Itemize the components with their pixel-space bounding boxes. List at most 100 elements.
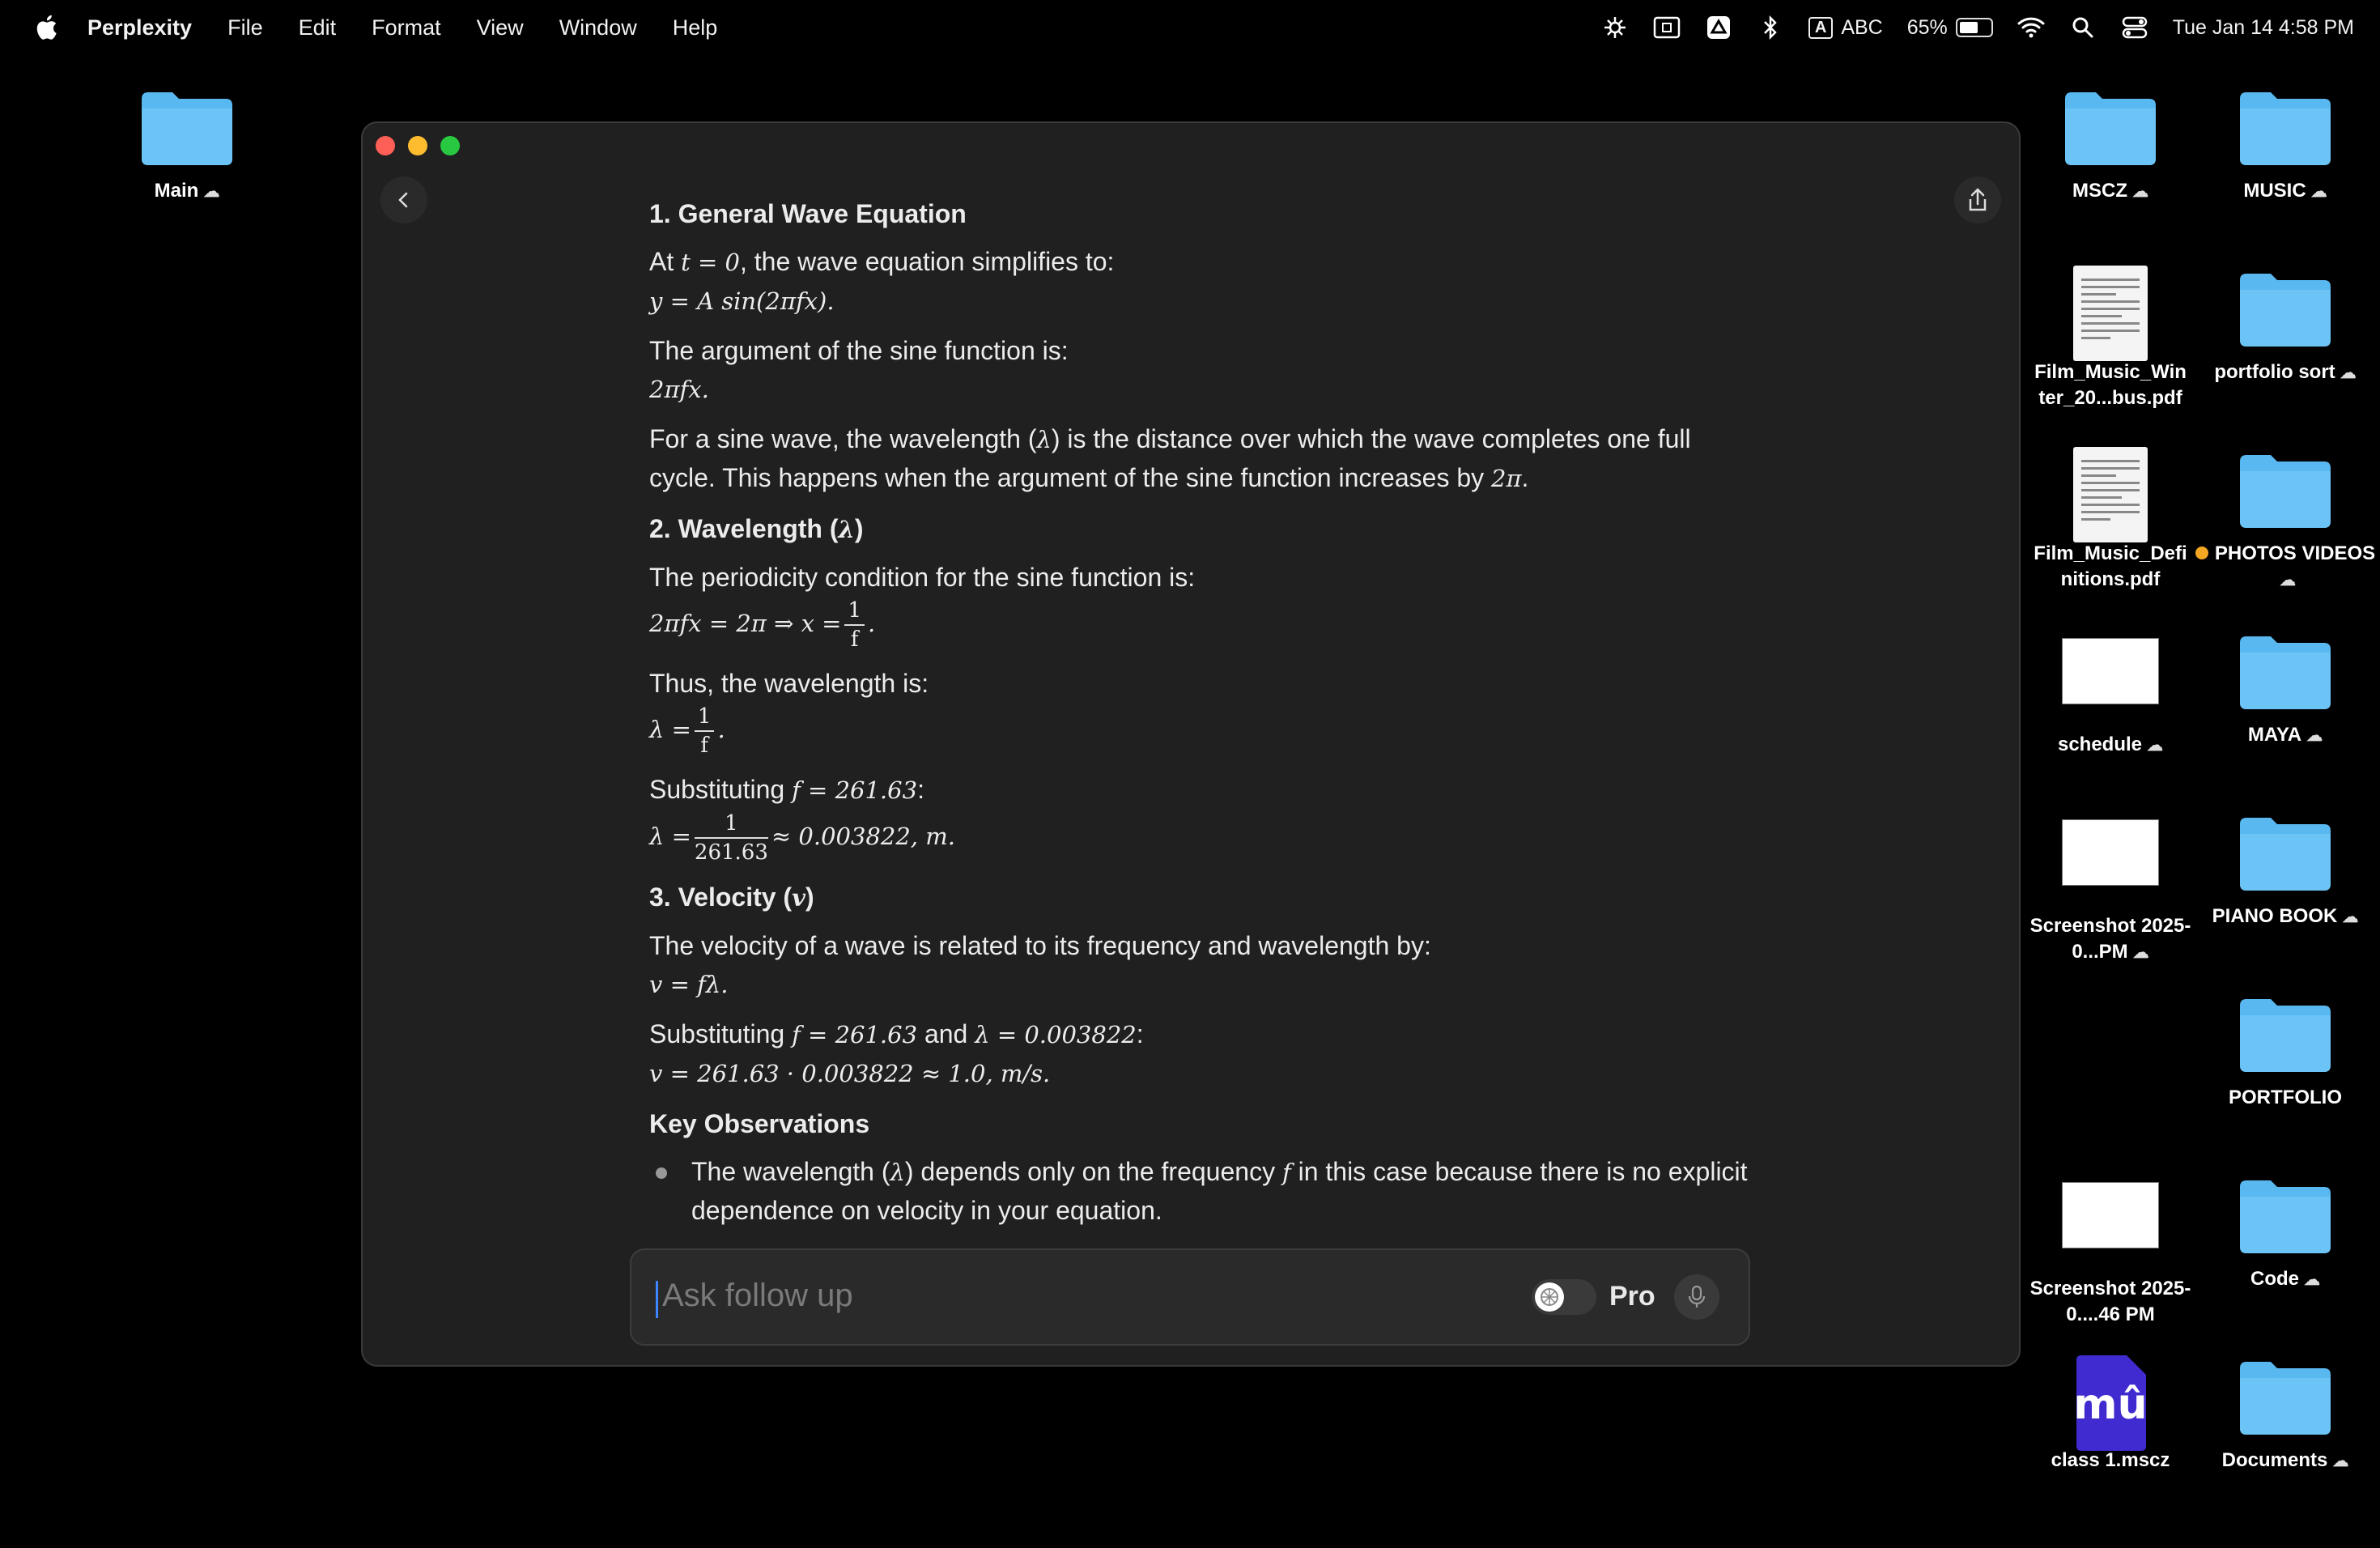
battery-percent: 65% <box>1906 15 1948 39</box>
image-thumbnail-icon <box>2062 638 2159 704</box>
share-icon <box>1969 188 1987 211</box>
image-thumbnail-icon <box>2062 1182 2159 1248</box>
pdf-thumbnail-icon <box>2073 447 2148 542</box>
menu-edit[interactable]: Edit <box>299 15 337 40</box>
section-heading: 1. General Wave Equation <box>649 199 967 228</box>
cloud-icon: ☁ <box>2132 944 2149 962</box>
desktop-icon-label: PHOTOS VIDEOS <box>2214 542 2376 564</box>
desktop-icon-label: class 1.mscz <box>2051 1449 2170 1471</box>
desktop-icon-label: Film_Music_Win ter_20...bus.pdf <box>2034 361 2187 409</box>
battery-status[interactable]: 65% <box>1907 16 1993 40</box>
desktop-icon[interactable]: portfolio sort ☁ <box>2192 266 2378 386</box>
drive-icon[interactable] <box>1705 14 1732 41</box>
desktop-icon[interactable]: PORTFOLIO <box>2192 991 2378 1111</box>
desktop-icon-label: Film_Music_Defi nitions.pdf <box>2034 542 2187 590</box>
menu-format[interactable]: Format <box>372 15 441 40</box>
desktop-icon[interactable]: schedule ☁ <box>2017 628 2204 759</box>
desktop-icon[interactable]: Code ☁ <box>2192 1172 2378 1293</box>
perplexity-window: 1. General Wave Equation At t = 0, the w… <box>361 121 2021 1367</box>
list-item: The wavelength (λ) depends only on the f… <box>649 1153 1750 1230</box>
desktop-icon[interactable]: PHOTOS VIDEOS ☁ <box>2192 447 2378 593</box>
wifi-icon[interactable] <box>2017 14 2045 41</box>
close-button[interactable] <box>376 136 395 155</box>
cloud-icon: ☁ <box>2342 908 2359 926</box>
ask-follow-up-bar: Ask follow up Pro <box>630 1248 1750 1346</box>
pdf-thumbnail-icon <box>2073 266 2148 361</box>
maximize-button[interactable] <box>440 136 460 155</box>
control-center-icon[interactable] <box>2121 14 2148 41</box>
desktop-icon[interactable]: Screenshot 2025-0....46 PM <box>2017 1172 2204 1328</box>
desktop-icon[interactable]: Film_Music_Win ter_20...bus.pdf <box>2017 266 2204 411</box>
equation: 2πfx. <box>649 376 709 403</box>
minimize-button[interactable] <box>408 136 427 155</box>
desktop-icon[interactable]: mû class 1.mscz <box>2017 1354 2204 1474</box>
back-button[interactable] <box>380 176 427 223</box>
microphone-button[interactable] <box>1674 1274 1719 1320</box>
equation: y = A sin(2πfx). <box>649 287 835 315</box>
text-caret <box>656 1281 658 1318</box>
desktop-icon[interactable]: Screenshot 2025-0...PM ☁ <box>2017 810 2204 966</box>
cloud-icon: ☁ <box>2332 1452 2349 1470</box>
answer-paragraph: At t = 0, the wave equation simplifies t… <box>649 247 1115 315</box>
desktop-icon-label: MSCZ <box>2072 180 2127 202</box>
folder-icon <box>2240 818 2331 891</box>
answer-paragraph: Substituting f = 261.63 and λ = 0.003822… <box>649 1019 1144 1087</box>
desktop-icon[interactable]: MUSIC ☁ <box>2192 84 2378 205</box>
answer-paragraph: The argument of the sine function is: 2πf… <box>649 336 1069 403</box>
ask-follow-up-input[interactable]: Ask follow up <box>662 1278 853 1314</box>
gear-flower-icon[interactable] <box>1601 14 1629 41</box>
search-icon[interactable] <box>2069 14 2097 41</box>
folder-icon <box>2240 92 2331 165</box>
desktop-icon-label: portfolio sort <box>2214 361 2335 383</box>
desktop-icon[interactable]: Documents ☁ <box>2192 1354 2378 1474</box>
app-menu[interactable]: Perplexity <box>87 15 192 40</box>
inline-math: t = 0 <box>681 249 740 276</box>
svg-text:mû: mû <box>2073 1380 2147 1429</box>
menu-help[interactable]: Help <box>673 15 718 40</box>
desktop-icon-label: MUSIC <box>2243 180 2306 202</box>
equation: λ = 1 261.63 ≈ 0.003822, m. <box>649 811 955 865</box>
clock[interactable]: Tue Jan 14 4:58 PM <box>2173 16 2354 40</box>
section-heading: Key Observations <box>649 1109 870 1138</box>
folder-icon <box>2240 999 2331 1072</box>
desktop-icon-label: Screenshot 2025-0...PM <box>2029 915 2191 963</box>
bluetooth-icon[interactable] <box>1757 14 1784 41</box>
battery-fill <box>1959 22 1978 33</box>
pro-toggle[interactable] <box>1532 1279 1596 1315</box>
cloud-icon: ☁ <box>2340 364 2357 382</box>
desktop-icon-label: schedule <box>2057 734 2143 755</box>
menu-view[interactable]: View <box>477 15 524 40</box>
input-source[interactable]: A ABC <box>1808 16 1883 40</box>
desktop-icon-label: Code <box>2250 1268 2299 1290</box>
battery-icon <box>1955 18 1993 37</box>
equation: 2πfx = 2π ⇒ x = 1 f. <box>649 598 876 652</box>
folder-icon <box>2240 1362 2331 1435</box>
section-heading: 3. Velocity (v) <box>649 882 814 912</box>
desktop-icon[interactable]: Film_Music_Defi nitions.pdf <box>2017 447 2204 593</box>
pro-label: Pro <box>1609 1281 1655 1312</box>
apple-icon[interactable] <box>32 13 58 42</box>
desktop-icon[interactable]: MAYA ☁ <box>2192 628 2378 749</box>
screen-capture-icon[interactable] <box>1653 14 1681 41</box>
menu-window[interactable]: Window <box>559 15 637 40</box>
answer-paragraph: The velocity of a wave is related to its… <box>649 931 1431 998</box>
answer-content: 1. General Wave Equation At t = 0, the w… <box>649 194 1750 1230</box>
desktop-icon[interactable]: PIANO BOOK ☁ <box>2192 810 2378 930</box>
answer-paragraph: Thus, the wavelength is: λ = 1 f. <box>649 669 929 758</box>
chevron-left-icon <box>398 192 408 208</box>
cloud-icon: ☁ <box>2147 737 2164 755</box>
status-area: A ABC 65% Tue Jan 14 4:58 PM <box>1601 0 2354 55</box>
desktop-icon-label: PORTFOLIO <box>2229 1087 2342 1108</box>
desktop-icon-label: PIANO BOOK <box>2212 905 2338 927</box>
input-source-label: ABC <box>1841 15 1883 39</box>
folder-icon <box>142 92 232 165</box>
desktop-icon-label: MAYA <box>2247 724 2302 746</box>
folder-icon <box>2240 455 2331 528</box>
share-button[interactable] <box>1954 176 2001 223</box>
desktop-icon[interactable]: MSCZ ☁ <box>2017 84 2204 205</box>
menu-file[interactable]: File <box>227 15 263 40</box>
desktop-icon-main[interactable]: Main ☁ <box>94 84 280 205</box>
cloud-icon: ☁ <box>203 183 220 201</box>
answer-paragraph: For a sine wave, the wavelength (λ) is t… <box>649 424 1691 492</box>
perplexity-logo-icon <box>1535 1282 1564 1312</box>
